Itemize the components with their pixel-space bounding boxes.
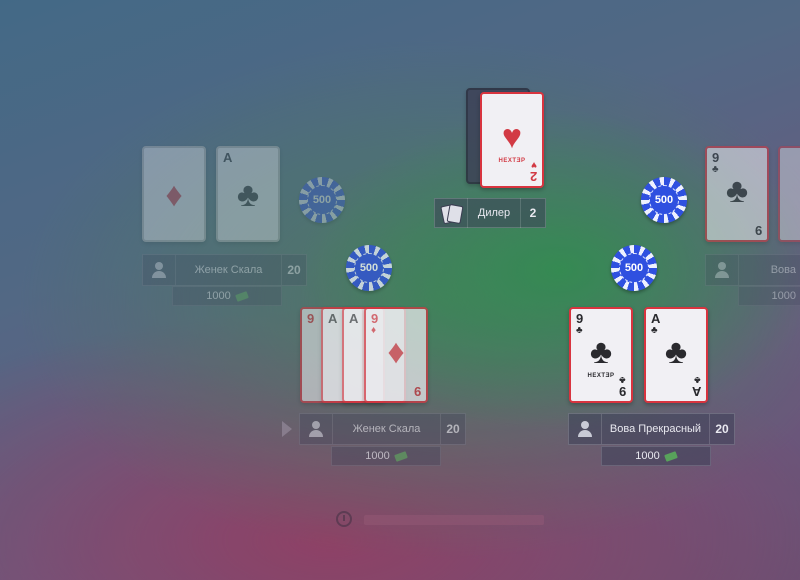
player-score: 20 [709,414,734,444]
bank-amount: 1000 [635,450,660,462]
player-card: A ♣ [216,146,280,242]
club-icon: ♣ [664,333,688,371]
player-card: 9 ♦ ♦ 9 [364,307,428,403]
stopwatch-icon [336,511,352,527]
diamond-icon: ♦ [387,333,405,371]
bet-chip: 500 [346,245,392,291]
player-bank: 1000 [738,286,800,306]
money-icon [234,290,249,302]
avatar [300,414,333,444]
avatar [706,255,739,285]
player-name: Женек Скала [352,423,421,435]
bank-amount: 1000 [365,450,390,462]
player-name: Вова [770,264,796,276]
player-card: 9 ♣ ♣ 9 [705,146,769,242]
player-card [778,146,800,242]
dealer-card: 2 ♥ ♥ HEXTƎP [480,92,544,188]
player-score: 20 [281,255,306,285]
bank-amount: 1000 [206,290,231,302]
money-icon [393,450,408,462]
dealer-score: 2 [520,198,545,228]
club-icon: ♣ [694,374,701,385]
dealer-name: Дилер [477,207,511,219]
deck-icon [435,198,468,228]
turn-indicator-icon [282,421,292,437]
avatar [569,414,602,444]
player-card: 9 ♣ ♣ HEXTƎP ♣ 9 [569,307,633,403]
card-rank: 2 [529,169,537,184]
club-icon: ♣ [725,172,749,210]
player-bank: 1000 [172,286,282,306]
player-bank: 1000 [331,446,441,466]
player-score: 20 [440,414,465,444]
card-brand: HEXTƎP [498,158,526,164]
club-icon: ♣ [236,176,260,214]
bet-chip: 500 [299,177,345,223]
table-overlay [0,0,800,580]
bank-amount: 1000 [771,290,796,302]
player-panel-bottom-right: Вова Прекрасный 20 [568,413,735,445]
player-panel-top-right: Вова [705,254,800,286]
turn-timer-bar [364,515,544,525]
money-icon [663,450,678,462]
player-panel-bottom-left: Женек Скала 20 [299,413,466,445]
player-panel-top-left: Женек Скала 20 [142,254,307,286]
player-name: Вова Прекрасный [609,423,702,435]
heart-icon: ♥ [501,118,523,156]
player-card: ♦ [142,146,206,242]
avatar [143,255,176,285]
player-name: Женек Скала [194,264,263,276]
player-card: A ♣ ♣ ♣ A [644,307,708,403]
player-bank: 1000 [601,446,711,466]
bet-chip: 500 [641,177,687,223]
dealer-panel: Дилер 2 [434,198,546,228]
bet-chip: 500 [611,245,657,291]
club-icon: ♣ [589,333,613,371]
club-icon: ♣ [619,374,626,385]
diamond-icon: ♦ [165,176,183,214]
